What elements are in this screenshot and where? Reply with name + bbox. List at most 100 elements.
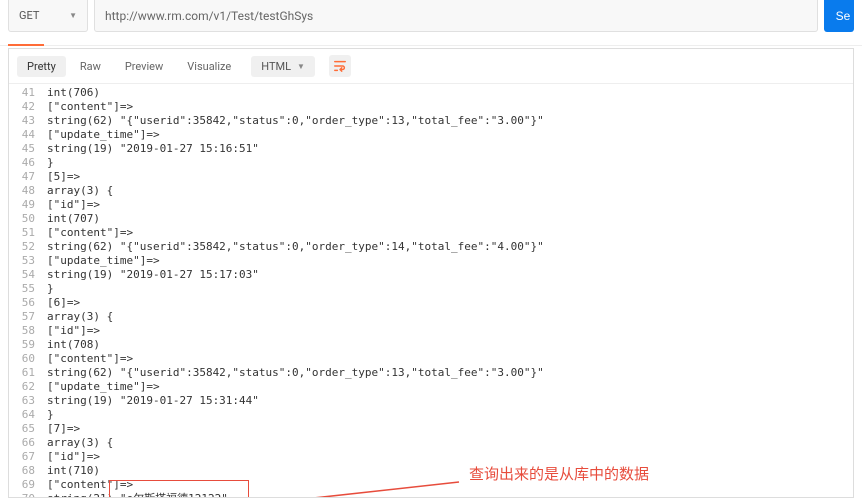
tab-preview[interactable]: Preview: [115, 56, 173, 77]
line-number: 69: [9, 478, 43, 492]
line-content: ["id"]=>: [43, 198, 100, 212]
line-number: 67: [9, 450, 43, 464]
request-bar: GET ▼ http://www.rm.com/v1/Test/testGhSy…: [0, 0, 862, 32]
method-label: GET: [19, 9, 39, 22]
line-number: 48: [9, 184, 43, 198]
line-number: 58: [9, 324, 43, 338]
line-number: 50: [9, 212, 43, 226]
line-number: 61: [9, 366, 43, 380]
line-number: 59: [9, 338, 43, 352]
line-content: int(706): [43, 86, 100, 100]
line-number: 66: [9, 436, 43, 450]
line-content: string(19) "2019-01-27 15:16:51": [43, 142, 259, 156]
code-line: 45string(19) "2019-01-27 15:16:51": [9, 142, 853, 156]
line-content: [5]=>: [43, 170, 80, 184]
line-content: int(707): [43, 212, 100, 226]
format-label: HTML: [261, 60, 291, 73]
code-line: 68int(710): [9, 464, 853, 478]
line-content: ["update_time"]=>: [43, 380, 160, 394]
tab-pretty[interactable]: Pretty: [17, 56, 66, 77]
line-number: 52: [9, 240, 43, 254]
line-content: int(708): [43, 338, 100, 352]
line-number: 41: [9, 86, 43, 100]
code-line: 51["content"]=>: [9, 226, 853, 240]
chevron-down-icon: ▼: [69, 11, 77, 20]
send-label: Se: [836, 9, 851, 23]
line-content: string(62) "{"userid":35842,"status":0,"…: [43, 114, 544, 128]
code-line: 58["id"]=>: [9, 324, 853, 338]
line-number: 62: [9, 380, 43, 394]
line-content: ["id"]=>: [43, 450, 100, 464]
url-input[interactable]: http://www.rm.com/v1/Test/testGhSys: [94, 0, 818, 32]
chevron-down-icon: ▼: [297, 62, 305, 71]
code-line: 49["id"]=>: [9, 198, 853, 212]
send-button[interactable]: Se: [824, 0, 854, 32]
line-content: array(3) {: [43, 436, 113, 450]
line-content: array(3) {: [43, 184, 113, 198]
line-content: string(19) "2019-01-27 15:17:03": [43, 268, 259, 282]
code-line: 54string(19) "2019-01-27 15:17:03": [9, 268, 853, 282]
code-line: 57array(3) {: [9, 310, 853, 324]
line-content: array(3) {: [43, 310, 113, 324]
line-number: 60: [9, 352, 43, 366]
line-number: 44: [9, 128, 43, 142]
line-number: 54: [9, 268, 43, 282]
line-content: string(19) "2019-01-27 15:31:44": [43, 394, 259, 408]
line-content: ["update_time"]=>: [43, 128, 160, 142]
line-content: string(62) "{"userid":35842,"status":0,"…: [43, 240, 544, 254]
code-line: 44["update_time"]=>: [9, 128, 853, 142]
code-line: 52string(62) "{"userid":35842,"status":0…: [9, 240, 853, 254]
view-tabs: Pretty Raw Preview Visualize HTML ▼: [9, 49, 853, 84]
line-number: 43: [9, 114, 43, 128]
code-line: 62["update_time"]=>: [9, 380, 853, 394]
line-content: ["content"]=>: [43, 226, 133, 240]
code-line: 60["content"]=>: [9, 352, 853, 366]
line-number: 68: [9, 464, 43, 478]
line-content: string(62) "{"userid":35842,"status":0,"…: [43, 366, 544, 380]
code-line: 63string(19) "2019-01-27 15:31:44": [9, 394, 853, 408]
line-number: 46: [9, 156, 43, 170]
method-select[interactable]: GET ▼: [8, 0, 88, 32]
code-line: 50int(707): [9, 212, 853, 226]
code-line: 67["id"]=>: [9, 450, 853, 464]
wrap-lines-icon[interactable]: [329, 55, 351, 77]
line-content: ["content"]=>: [43, 478, 133, 492]
line-number: 70: [9, 492, 43, 497]
line-content: ["content"]=>: [43, 100, 133, 114]
line-content: ["update_time"]=>: [43, 254, 160, 268]
line-number: 51: [9, 226, 43, 240]
line-content: }: [43, 156, 54, 170]
code-line: 53["update_time"]=>: [9, 254, 853, 268]
line-number: 65: [9, 422, 43, 436]
line-content: string(21) "e尔斯搭福德12122": [43, 492, 228, 497]
format-select[interactable]: HTML ▼: [251, 56, 315, 77]
tab-visualize[interactable]: Visualize: [177, 56, 241, 77]
code-line: 64}: [9, 408, 853, 422]
line-number: 47: [9, 170, 43, 184]
response-panel: Pretty Raw Preview Visualize HTML ▼ 41in…: [8, 48, 854, 498]
url-text: http://www.rm.com/v1/Test/testGhSys: [105, 9, 313, 23]
line-number: 63: [9, 394, 43, 408]
code-line: 46}: [9, 156, 853, 170]
line-number: 64: [9, 408, 43, 422]
code-line: 55}: [9, 282, 853, 296]
line-content: }: [43, 408, 54, 422]
code-line: 70string(21) "e尔斯搭福德12122": [9, 492, 853, 497]
code-line: 61string(62) "{"userid":35842,"status":0…: [9, 366, 853, 380]
line-content: [7]=>: [43, 422, 80, 436]
line-content: ["id"]=>: [43, 324, 100, 338]
line-content: }: [43, 282, 54, 296]
line-number: 45: [9, 142, 43, 156]
code-line: 48array(3) {: [9, 184, 853, 198]
line-number: 57: [9, 310, 43, 324]
response-body[interactable]: 41int(706)42["content"]=>43string(62) "{…: [9, 84, 853, 497]
code-line: 59int(708): [9, 338, 853, 352]
line-number: 49: [9, 198, 43, 212]
code-line: 43string(62) "{"userid":35842,"status":0…: [9, 114, 853, 128]
line-content: int(710): [43, 464, 100, 478]
code-line: 47[5]=>: [9, 170, 853, 184]
tab-indicator: [0, 32, 862, 46]
code-line: 69["content"]=>: [9, 478, 853, 492]
tab-raw[interactable]: Raw: [70, 56, 111, 77]
line-content: ["content"]=>: [43, 352, 133, 366]
